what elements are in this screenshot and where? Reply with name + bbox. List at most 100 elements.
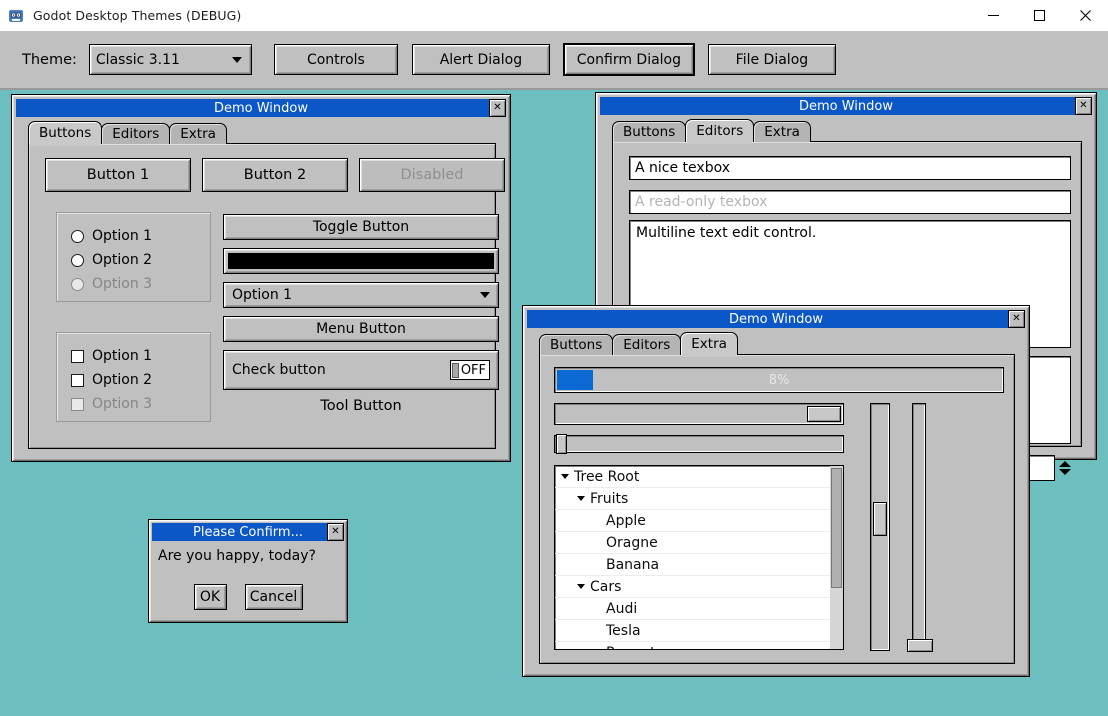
spinbox-arrows[interactable]	[1059, 461, 1071, 475]
chevron-down-icon[interactable]	[577, 584, 585, 589]
radio-option-2[interactable]: Option 2	[71, 249, 210, 271]
tree-scrollbar-grabber[interactable]	[831, 468, 842, 588]
check-option-1-label: Option 1	[92, 348, 153, 364]
checkbox-icon	[71, 373, 84, 387]
vertical-slider[interactable]	[907, 403, 933, 652]
close-icon[interactable]: ✕	[1075, 97, 1092, 115]
tab-extra[interactable]: Extra	[753, 121, 811, 142]
window-title: Demo Window	[213, 100, 308, 116]
tree-item[interactable]: Renaut	[555, 642, 843, 650]
tree-scrollbar[interactable]	[830, 466, 843, 649]
button-1[interactable]: Button 1	[45, 158, 191, 192]
scrollbar-grabber[interactable]	[807, 406, 841, 422]
radio-option-1-label: Option 1	[92, 228, 153, 244]
tabpanel-buttons: Button 1 Button 2 Disabled Option 1 Opti…	[28, 143, 505, 449]
readonly-textbox: A read-only texbox	[629, 190, 1071, 214]
check-option-2-label: Option 2	[92, 372, 153, 388]
toggle-button[interactable]: Toggle Button	[223, 214, 499, 240]
tab-buttons[interactable]: Buttons	[28, 121, 103, 146]
theme-label: Theme:	[22, 51, 77, 68]
horizontal-slider[interactable]	[554, 434, 844, 454]
tree-item-label: Tesla	[606, 622, 641, 639]
dialog-actions: OK Cancel	[149, 584, 347, 610]
window-title: Demo Window	[798, 98, 893, 114]
tree-item[interactable]: Audi	[555, 598, 843, 620]
dialog-titlebar[interactable]: Please Confirm... ✕	[152, 523, 344, 541]
app-titlebar: Godot Desktop Themes (DEBUG)	[0, 0, 1108, 32]
dialog-message: Are you happy, today?	[158, 548, 316, 564]
tab-extra[interactable]: Extra	[169, 123, 227, 144]
ok-button[interactable]: OK	[193, 584, 227, 610]
chevron-down-icon[interactable]	[561, 474, 569, 479]
chevron-down-icon[interactable]	[577, 496, 585, 501]
menu-button[interactable]: Menu Button	[223, 316, 499, 342]
alert-dialog-button[interactable]: Alert Dialog	[411, 44, 550, 75]
chevron-down-icon	[480, 292, 490, 298]
textbox-input[interactable]: A nice texbox	[629, 156, 1071, 180]
tab-buttons[interactable]: Buttons	[539, 334, 614, 355]
checkbox-icon	[71, 349, 84, 363]
window-titlebar[interactable]: Demo Window ✕	[16, 99, 506, 117]
option-button[interactable]: Option 1	[223, 282, 499, 308]
chevron-up-icon[interactable]	[1059, 461, 1071, 467]
controls-button[interactable]: Controls	[273, 44, 398, 75]
button-disabled: Disabled	[359, 158, 505, 192]
check-option-3: Option 3	[71, 393, 210, 415]
tree-item-label: Audi	[606, 600, 638, 617]
tree-item[interactable]: Oragne	[555, 532, 843, 554]
slider-grabber[interactable]	[556, 434, 567, 454]
tree-item[interactable]: Apple	[555, 510, 843, 532]
tab-editors[interactable]: Editors	[685, 119, 755, 144]
radio-icon	[71, 277, 84, 291]
file-dialog-button[interactable]: File Dialog	[707, 44, 836, 75]
color-swatch	[228, 253, 494, 269]
confirm-dialog-button[interactable]: Confirm Dialog	[563, 44, 694, 75]
window-titlebar[interactable]: Demo Window ✕	[527, 310, 1025, 328]
color-picker-button[interactable]	[223, 248, 499, 274]
close-icon[interactable]: ✕	[1008, 310, 1025, 328]
tree-item-label: Apple	[606, 512, 646, 529]
maximize-icon[interactable]	[1016, 0, 1062, 31]
tab-editors[interactable]: Editors	[612, 334, 682, 355]
tree-view[interactable]: Tree Root Fruits Apple Oragne Banana Cars Audi…	[554, 465, 844, 650]
tree-item[interactable]: Fruits	[555, 488, 843, 510]
godot-robot-icon	[8, 8, 24, 24]
horizontal-scrollbar[interactable]	[554, 403, 844, 425]
check-option-3-label: Option 3	[92, 396, 153, 412]
close-icon[interactable]	[1062, 0, 1108, 31]
close-icon[interactable]: ✕	[489, 99, 506, 117]
check-button-toggle[interactable]: OFF	[449, 360, 490, 380]
progress-bar: 8%	[554, 367, 1004, 393]
toggle-knob	[451, 362, 459, 378]
radio-option-3-label: Option 3	[92, 276, 153, 292]
tree-item[interactable]: Tesla	[555, 620, 843, 642]
cancel-button[interactable]: Cancel	[244, 584, 303, 610]
slider-grabber[interactable]	[907, 639, 933, 652]
minimize-icon[interactable]	[970, 0, 1016, 31]
tab-extra[interactable]: Extra	[680, 332, 738, 357]
vertical-scrollbar[interactable]	[870, 403, 890, 651]
tree-item[interactable]: Cars	[555, 576, 843, 598]
scrollbar-grabber[interactable]	[873, 502, 887, 537]
chevron-down-icon[interactable]	[1059, 469, 1071, 475]
tab-editors[interactable]: Editors	[101, 123, 171, 144]
tab-buttons[interactable]: Buttons	[612, 121, 687, 142]
check-option-2[interactable]: Option 2	[71, 369, 210, 391]
window-titlebar[interactable]: Demo Window ✕	[600, 97, 1092, 115]
button-2[interactable]: Button 2	[202, 158, 348, 192]
check-button-row[interactable]: Check button OFF	[223, 350, 499, 390]
window-body: Buttons Editors Extra Button 1 Button 2 …	[16, 117, 506, 457]
theme-select-value: Classic 3.11	[95, 51, 180, 68]
tool-button[interactable]: Tool Button	[223, 398, 499, 414]
demo-window-buttons: Demo Window ✕ Buttons Editors Extra Butt…	[11, 94, 511, 462]
tree-item[interactable]: Banana	[555, 554, 843, 576]
demo-window-extra: Demo Window ✕ Buttons Editors Extra 8% T…	[522, 305, 1030, 677]
tabbar: Buttons Editors Extra	[539, 332, 738, 357]
theme-select[interactable]: Classic 3.11	[88, 44, 252, 75]
close-icon[interactable]: ✕	[327, 523, 344, 541]
check-option-1[interactable]: Option 1	[71, 345, 210, 367]
radio-group: Option 1 Option 2 Option 3	[56, 212, 211, 302]
radio-option-1[interactable]: Option 1	[71, 225, 210, 247]
tree-item[interactable]: Tree Root	[555, 466, 843, 488]
chevron-down-icon	[231, 56, 242, 63]
